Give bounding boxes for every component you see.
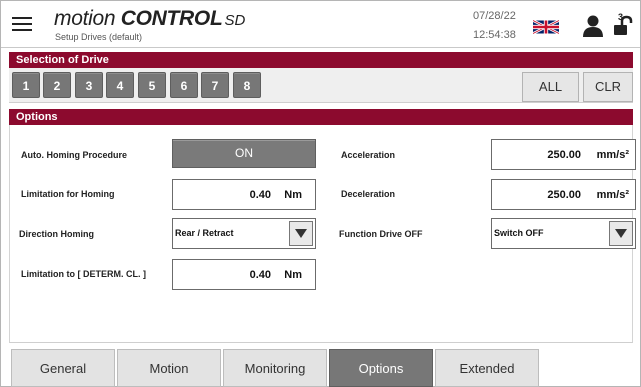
acceleration-field[interactable]: 250.00 mm/s² [491, 139, 636, 170]
page-subtitle: Setup Drives (default) [55, 32, 143, 42]
tab-options[interactable]: Options [329, 349, 433, 387]
bottom-tab-bar: General Motion Monitoring Options Extend… [9, 347, 633, 387]
options-section-header: Options [9, 109, 633, 125]
acceleration-unit: mm/s² [596, 149, 629, 161]
limit-determ-field[interactable]: 0.40 Nm [172, 259, 316, 290]
brand-part-3: SD [224, 12, 246, 29]
function-drive-off-label: Function Drive OFF [339, 229, 423, 239]
function-drive-off-value: Switch OFF [494, 228, 544, 238]
direction-homing-value: Rear / Retract [175, 228, 234, 238]
options-panel: Auto. Homing Procedure ON Limitation for… [9, 125, 636, 343]
deceleration-unit: mm/s² [596, 189, 629, 201]
drive-button-5[interactable]: 5 [138, 72, 166, 98]
clear-button[interactable]: CLR [583, 72, 633, 102]
drive-button-2[interactable]: 2 [43, 72, 71, 98]
drive-button-8[interactable]: 8 [233, 72, 261, 98]
drive-button-1[interactable]: 1 [12, 72, 40, 98]
deceleration-field[interactable]: 250.00 mm/s² [491, 179, 636, 210]
tab-motion[interactable]: Motion [117, 349, 221, 387]
app-logo: motion CONTROL SD [54, 7, 245, 31]
acceleration-label: Acceleration [341, 150, 396, 160]
select-all-button[interactable]: ALL [522, 72, 579, 102]
limit-homing-label: Limitation for Homing [21, 189, 115, 199]
drive-button-4[interactable]: 4 [106, 72, 134, 98]
tab-general[interactable]: General [11, 349, 115, 387]
drive-section-header: Selection of Drive [9, 52, 633, 68]
direction-homing-label: Direction Homing [19, 229, 95, 239]
limit-homing-value: 0.40 [249, 189, 271, 201]
dropdown-arrow-button[interactable] [289, 221, 313, 246]
uk-flag-icon[interactable] [533, 20, 559, 34]
limit-homing-field[interactable]: 0.40 Nm [172, 179, 316, 210]
dropdown-arrow-button[interactable] [609, 221, 633, 246]
deceleration-label: Deceleration [341, 189, 396, 199]
triangle-down-icon [615, 229, 627, 238]
tab-extended[interactable]: Extended [435, 349, 539, 387]
function-drive-off-select[interactable]: Switch OFF [491, 218, 636, 249]
drive-selection-row: 1 2 3 4 5 6 7 8 ALL CLR [9, 68, 633, 103]
user-level-badge: 3 [618, 12, 624, 22]
header-bar: motion CONTROL SD Setup Drives (default) … [1, 1, 640, 48]
tab-monitoring[interactable]: Monitoring [223, 349, 327, 387]
acceleration-value: 250.00 [547, 149, 581, 161]
menu-icon[interactable] [9, 12, 35, 36]
date-display: 07/28/22 [473, 10, 516, 22]
limit-determ-unit: Nm [284, 269, 302, 281]
brand-part-1: motion [54, 7, 121, 30]
triangle-down-icon [295, 229, 307, 238]
user-icon[interactable] [582, 14, 604, 38]
limit-determ-value: 0.40 [249, 269, 271, 281]
auto-homing-label: Auto. Homing Procedure [21, 150, 128, 160]
drive-button-3[interactable]: 3 [75, 72, 103, 98]
drive-button-7[interactable]: 7 [201, 72, 229, 98]
brand-part-2: CONTROL [120, 7, 223, 30]
limit-homing-unit: Nm [284, 189, 302, 201]
auto-homing-toggle[interactable]: ON [172, 139, 316, 168]
deceleration-value: 250.00 [547, 189, 581, 201]
direction-homing-select[interactable]: Rear / Retract [172, 218, 316, 249]
app-window: motion CONTROL SD Setup Drives (default) … [0, 0, 641, 387]
limit-determ-label: Limitation to [ DETERM. CL. ] [21, 269, 146, 279]
time-display: 12:54:38 [473, 29, 516, 41]
drive-button-6[interactable]: 6 [170, 72, 198, 98]
